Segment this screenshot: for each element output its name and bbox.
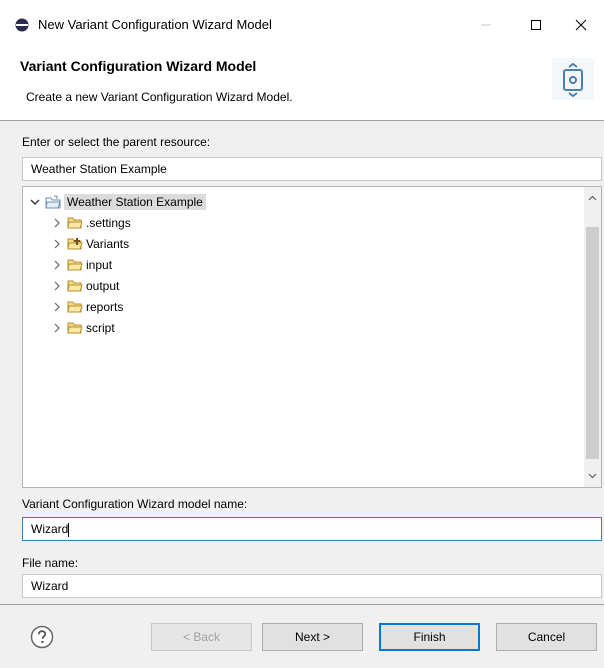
cancel-button[interactable]: Cancel <box>496 623 597 651</box>
wizard-header: Variant Configuration Wizard Model Creat… <box>0 50 604 120</box>
minimize-button[interactable] <box>463 8 509 42</box>
tree-item-label: input <box>86 258 113 272</box>
folder-icon <box>67 301 83 313</box>
folder-icon <box>67 280 83 292</box>
chevron-up-icon <box>588 195 597 201</box>
chevron-right-icon[interactable] <box>51 322 63 334</box>
file-name-field[interactable]: Wizard <box>22 574 602 598</box>
file-name-label: File name: <box>22 556 79 570</box>
wizard-banner-icon <box>552 58 594 100</box>
scrollbar-thumb[interactable] <box>586 227 599 459</box>
tree-item-root[interactable]: Weather Station Example <box>29 192 206 212</box>
chevron-down-icon <box>588 473 597 479</box>
resource-tree[interactable]: Weather Station Example .settings Varian… <box>22 186 602 488</box>
app-icon <box>15 18 29 32</box>
model-name-field[interactable]: Wizard <box>22 517 602 541</box>
back-button[interactable]: < Back <box>151 623 252 651</box>
wizard-footer: < Back Next > Finish Cancel <box>0 605 604 668</box>
folder-icon <box>67 217 83 229</box>
project-folder-icon <box>45 195 61 209</box>
chevron-right-icon[interactable] <box>51 217 63 229</box>
chevron-right-icon[interactable] <box>51 238 63 250</box>
wizard-description: Create a new Variant Configuration Wizar… <box>26 90 293 104</box>
tree-item-label: Variants <box>86 237 130 251</box>
scroll-down-button[interactable] <box>584 467 601 484</box>
scroll-up-button[interactable] <box>584 190 601 207</box>
close-icon <box>575 19 587 31</box>
finish-button[interactable]: Finish <box>379 623 480 651</box>
tree-item-script[interactable]: script <box>51 318 115 338</box>
tree-item-label: script <box>86 321 115 335</box>
variants-folder-icon <box>67 238 83 250</box>
model-name-label: Variant Configuration Wizard model name: <box>22 497 248 511</box>
tree-item-reports[interactable]: reports <box>51 297 123 317</box>
tree-item-label: output <box>86 279 120 293</box>
window-title: New Variant Configuration Wizard Model <box>38 17 272 32</box>
tree-item-output[interactable]: output <box>51 276 119 296</box>
folder-icon <box>67 322 83 334</box>
chevron-right-icon[interactable] <box>51 280 63 292</box>
parent-resource-field[interactable]: Weather Station Example <box>22 157 602 181</box>
tree-item-label: .settings <box>86 216 131 230</box>
text-caret <box>68 522 70 537</box>
tree-item-variants[interactable]: Variants <box>51 234 129 254</box>
tree-scrollbar[interactable] <box>584 187 601 487</box>
title-bar: New Variant Configuration Wizard Model <box>0 0 604 50</box>
tree-item-settings[interactable]: .settings <box>51 213 131 233</box>
next-button[interactable]: Next > <box>262 623 363 651</box>
model-name-value: Wizard <box>31 522 69 536</box>
chevron-right-icon[interactable] <box>51 259 63 271</box>
wizard-title: Variant Configuration Wizard Model <box>20 58 257 74</box>
tree-item-label: reports <box>86 300 124 314</box>
minimize-icon <box>481 24 491 26</box>
close-button[interactable] <box>558 8 604 42</box>
maximize-button[interactable] <box>513 8 559 42</box>
folder-icon <box>67 259 83 271</box>
maximize-icon <box>531 20 541 30</box>
chevron-down-icon[interactable] <box>29 196 41 208</box>
tree-item-input[interactable]: input <box>51 255 112 275</box>
parent-resource-label: Enter or select the parent resource: <box>22 135 211 149</box>
chevron-right-icon[interactable] <box>51 301 63 313</box>
tree-item-label: Weather Station Example <box>64 194 206 210</box>
help-icon[interactable] <box>30 625 54 649</box>
